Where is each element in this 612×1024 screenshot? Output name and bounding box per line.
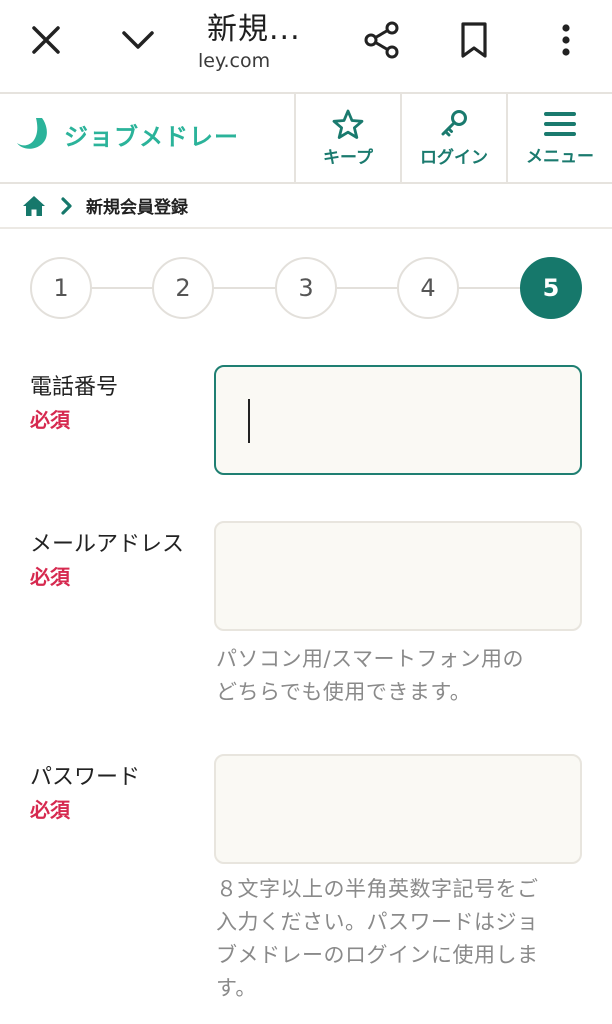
home-icon[interactable] — [22, 195, 46, 217]
chevron-down-icon[interactable] — [110, 12, 166, 68]
password-hint-line: 入力ください。パスワードはジョ — [216, 910, 539, 934]
step-1: 1 — [30, 257, 92, 319]
hamburger-icon — [544, 111, 576, 136]
bookmark-icon[interactable] — [446, 12, 502, 68]
step-4: 4 — [397, 257, 459, 319]
email-hint-line: どちらでも使用できます。 — [216, 680, 472, 704]
email-hint: パソコン用/スマートフォン用の どちらでも使用できます。 — [216, 643, 586, 709]
email-required-badge: 必須 — [30, 565, 70, 589]
step-5-active: 5 — [520, 257, 582, 319]
password-hint-line: ８文字以上の半角英数字記号をご — [216, 877, 539, 901]
password-required-badge: 必須 — [30, 798, 70, 822]
menu-label: メニュー — [526, 146, 594, 167]
url-text[interactable]: ley.com — [198, 50, 270, 72]
logo-text: ジョブメドレー — [64, 122, 239, 151]
keep-button[interactable]: キープ — [294, 94, 400, 182]
close-icon[interactable] — [18, 12, 74, 68]
login-button[interactable]: ログイン — [400, 94, 506, 182]
phone-required-badge: 必須 — [30, 408, 70, 432]
page-title: 新規... — [207, 12, 301, 47]
password-hint-line: ブメドレーのログインに使用しま — [216, 943, 539, 967]
star-icon — [332, 109, 364, 139]
progress-stepper: 1 2 3 4 5 — [30, 257, 582, 319]
site-logo[interactable]: ジョブメドレー — [14, 114, 239, 154]
more-vert-icon[interactable] — [538, 12, 594, 68]
chevron-right-icon — [61, 196, 72, 215]
keep-label: キープ — [323, 147, 373, 168]
step-2: 2 — [152, 257, 214, 319]
email-hint-line: パソコン用/スマートフォン用の — [216, 647, 524, 671]
breadcrumb: 新規会員登録 — [0, 184, 612, 229]
phone-input[interactable] — [214, 365, 582, 475]
breadcrumb-current: 新規会員登録 — [86, 198, 188, 218]
email-label: メールアドレス — [30, 532, 185, 557]
phone-label: 電話番号 — [30, 375, 119, 400]
email-input[interactable] — [214, 521, 582, 631]
key-icon — [441, 109, 467, 136]
password-hint-line: す。 — [216, 976, 257, 1000]
password-hint: ８文字以上の半角英数字記号をご 入力ください。パスワードはジョ ブメドレーのログ… — [216, 873, 586, 1005]
logo-mark-icon — [17, 118, 47, 149]
menu-button[interactable]: メニュー — [506, 94, 612, 182]
share-icon[interactable] — [354, 12, 410, 68]
password-label: パスワード — [30, 765, 141, 790]
text-caret — [248, 399, 250, 443]
password-input[interactable] — [214, 754, 582, 864]
login-label: ログイン — [420, 147, 488, 168]
step-3: 3 — [275, 257, 337, 319]
site-header: ジョブメドレー キープ ログイン メニュー — [0, 92, 612, 184]
browser-toolbar: 新規... ley.com — [0, 0, 612, 92]
